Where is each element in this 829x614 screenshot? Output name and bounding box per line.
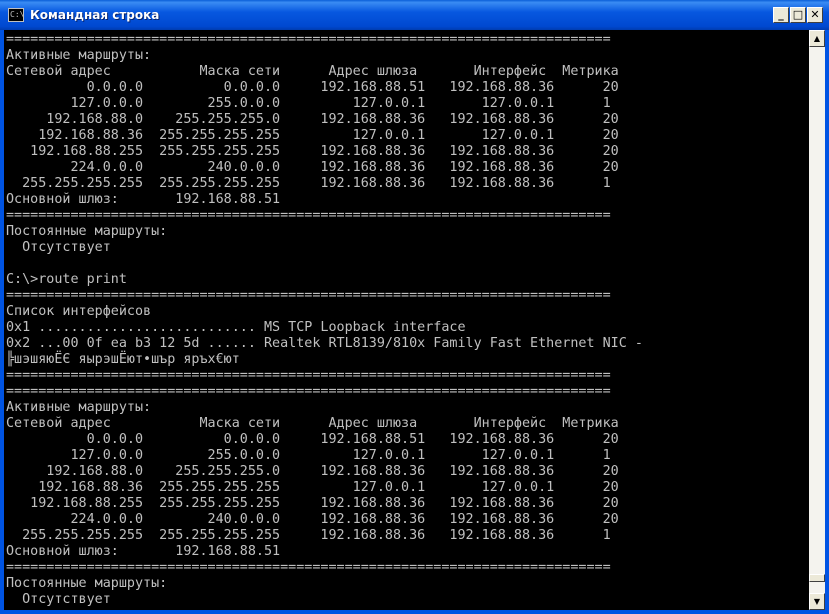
console-line: Отсутствует [6, 240, 111, 255]
console-line: Активные маршруты: [6, 400, 152, 415]
console-line: Список интерфейсов [6, 304, 152, 319]
window-bottom-border [0, 610, 829, 614]
console-line: Основной шлюз: 192.168.88.51 [6, 544, 281, 559]
console-line: ========================================… [6, 560, 611, 575]
console-line: 192.168.88.36 255.255.255.255 127.0.0.1 … [6, 480, 619, 495]
console-line: ╠шэшяюЁЄ яырэшЁют•шър яръх€ют [6, 352, 240, 367]
console-line: Постоянные маршруты: [6, 224, 168, 239]
console-line: 255.255.255.255 255.255.255.255 192.168.… [6, 176, 611, 191]
console-line: Активные маршруты: [6, 48, 152, 63]
window-title: Командная строка [30, 8, 160, 22]
console-line: Сетевой адрес Маска сети Адрес шлюза Инт… [6, 416, 619, 431]
console-area[interactable]: ========================================… [4, 30, 809, 610]
arrow-down-icon: ▼ [813, 597, 821, 606]
console-line: 0.0.0.0 0.0.0.0 192.168.88.51 192.168.88… [6, 432, 619, 447]
console-line: C:\>route print [6, 272, 127, 287]
console-line: 224.0.0.0 240.0.0.0 192.168.88.36 192.16… [6, 160, 619, 175]
console-line: ========================================… [6, 208, 611, 223]
scroll-down-button[interactable]: ▼ [809, 593, 825, 610]
console-line: Отсутствует [6, 592, 111, 607]
maximize-button[interactable]: □ [790, 7, 806, 23]
console-line: 0x1 ........................... MS TCP L… [6, 320, 466, 335]
cmd-icon[interactable]: C:\ [8, 8, 24, 22]
console-line: 192.168.88.255 255.255.255.255 192.168.8… [6, 144, 619, 159]
console-line: Основной шлюз: 192.168.88.51 [6, 192, 281, 207]
console-line: 192.168.88.0 255.255.255.0 192.168.88.36… [6, 464, 619, 479]
console-output: ========================================… [6, 32, 643, 608]
arrow-up-icon: ▲ [813, 34, 821, 43]
console-line: 224.0.0.0 240.0.0.0 192.168.88.36 192.16… [6, 512, 619, 527]
console-line: 127.0.0.0 255.0.0.0 127.0.0.1 127.0.0.1 … [6, 96, 611, 111]
scroll-thumb[interactable] [809, 574, 825, 582]
console-line: 255.255.255.255 255.255.255.255 192.168.… [6, 528, 611, 543]
command-prompt-window: C:\ Командная строка _ □ ✕ =============… [0, 0, 829, 614]
console-line: ========================================… [6, 32, 611, 47]
console-line: 0x2 ...00 0f ea b3 12 5d ...... Realtek … [6, 336, 643, 351]
console-line: 127.0.0.0 255.0.0.0 127.0.0.1 127.0.0.1 … [6, 448, 611, 463]
console-line: 192.168.88.36 255.255.255.255 127.0.0.1 … [6, 128, 619, 143]
scroll-track[interactable] [809, 47, 825, 593]
console-line: 0.0.0.0 0.0.0.0 192.168.88.51 192.168.88… [6, 80, 619, 95]
scroll-up-button[interactable]: ▲ [809, 30, 825, 47]
window-right-border [825, 30, 829, 614]
minimize-button[interactable]: _ [773, 7, 789, 23]
console-line: 192.168.88.0 255.255.255.0 192.168.88.36… [6, 112, 619, 127]
console-line: Сетевой адрес Маска сети Адрес шлюза Инт… [6, 64, 619, 79]
title-bar[interactable]: C:\ Командная строка _ □ ✕ [0, 0, 829, 30]
console-line: ========================================… [6, 288, 611, 303]
vertical-scrollbar[interactable]: ▲ ▼ [809, 30, 825, 610]
close-button[interactable]: ✕ [807, 7, 823, 23]
console-line: ========================================… [6, 368, 611, 383]
console-line: Постоянные маршруты: [6, 576, 168, 591]
console-line: ========================================… [6, 384, 611, 399]
console-line: 192.168.88.255 255.255.255.255 192.168.8… [6, 496, 619, 511]
